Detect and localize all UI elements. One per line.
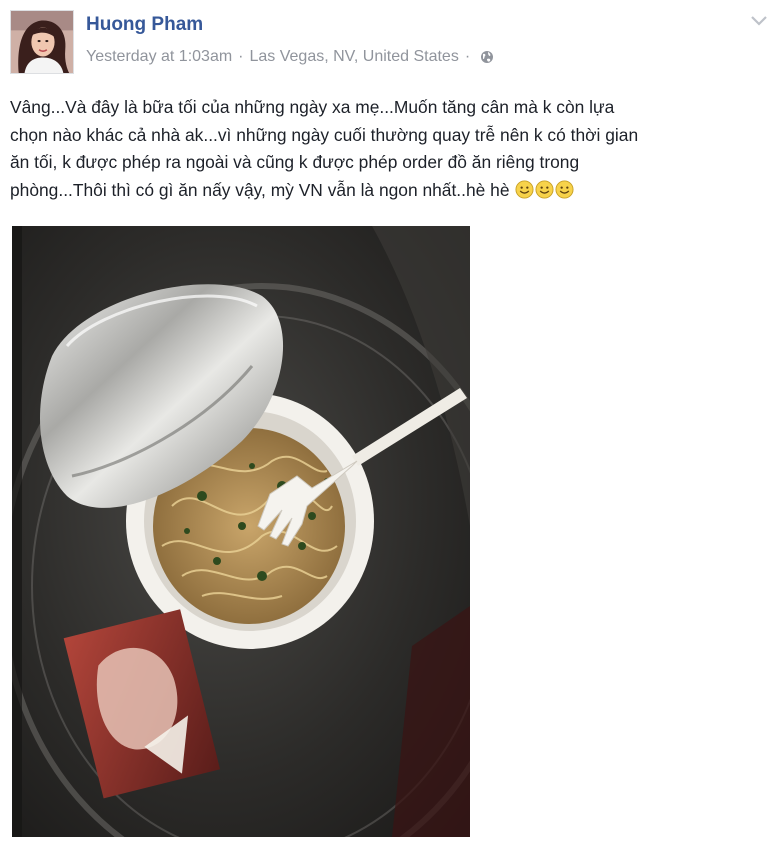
meta-separator: · <box>464 48 471 65</box>
post-text-line: Vâng...Và đây là bữa tối của những ngày … <box>10 97 615 117</box>
post-timestamp[interactable]: Yesterday at 1:03am <box>86 48 232 66</box>
post-text: Vâng...Và đây là bữa tối của những ngày … <box>10 94 770 204</box>
post-text-line: phòng...Thôi thì có gì ăn nấy vậy, mỳ VN… <box>10 179 510 200</box>
post-text-line-last: phòng...Thôi thì có gì ăn nấy vậy, mỳ VN… <box>10 177 770 205</box>
post-photo[interactable] <box>12 226 470 837</box>
smiley-icon <box>515 179 534 199</box>
chevron-down-icon[interactable] <box>750 14 768 28</box>
post-text-line: ăn tối, k được phép ra ngoài và cũng k đ… <box>10 152 580 172</box>
meta-separator: · <box>238 48 244 65</box>
author-name[interactable]: Huong Pham <box>86 14 203 36</box>
post-meta: Yesterday at 1:03am · Las Vegas, NV, Uni… <box>86 48 494 66</box>
avatar[interactable] <box>10 10 74 74</box>
smiley-icon <box>555 179 574 199</box>
post-text-line: chọn nào khác cả nhà ak...vì những ngày … <box>10 124 639 145</box>
instant-noodle-cup-photo <box>12 226 470 837</box>
profile-photo <box>11 11 73 73</box>
smiley-icon <box>535 179 554 199</box>
post-location[interactable]: Las Vegas, NV, United States <box>250 48 459 66</box>
globe-icon[interactable] <box>480 50 494 64</box>
